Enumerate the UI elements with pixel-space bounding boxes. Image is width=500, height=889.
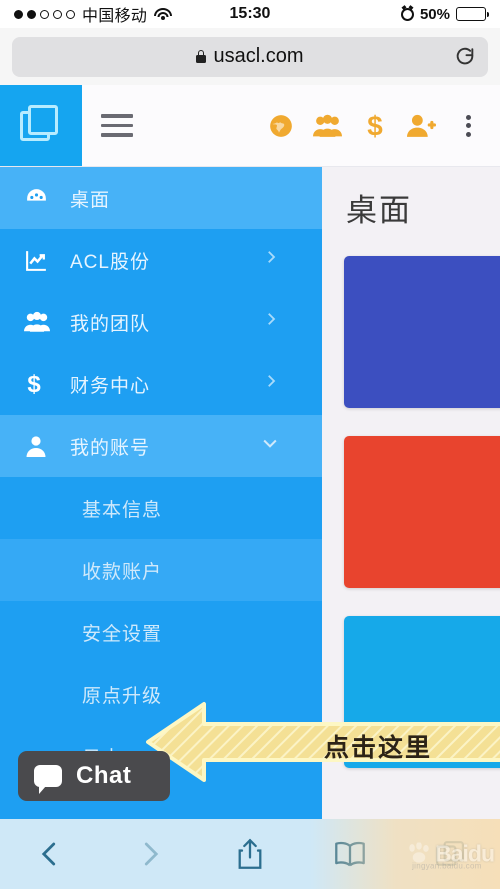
sidebar-item-label: 财务中心	[70, 375, 151, 397]
browser-bottom-toolbar: Baidu jingyan.baidu.com	[0, 819, 500, 889]
sidebar-item-label: 桌面	[70, 189, 111, 211]
add-user-icon[interactable]	[398, 113, 445, 138]
page-title: 桌面	[346, 193, 412, 228]
stat-card-cash-coin[interactable]: 现金币 $8.06	[344, 616, 500, 768]
main-content: 桌面 ACL股份 312 注册币 $100.9 现金币 $8.06	[322, 167, 500, 819]
baidu-watermark: Baidu jingyan.baidu.com	[406, 841, 495, 871]
globe-icon[interactable]	[257, 113, 304, 139]
sidebar-subitem-label: 原点升级	[82, 685, 163, 707]
person-icon	[24, 434, 70, 458]
chevron-down-icon	[260, 433, 280, 459]
browser-url-bar-container: usacl.com	[0, 28, 500, 85]
header-icon-group: $	[257, 85, 500, 166]
watermark-url-label: jingyan.baidu.com	[412, 861, 482, 871]
back-button[interactable]	[0, 839, 100, 869]
sidebar-item-label: 我的账号	[70, 437, 151, 459]
stat-card-registration-coin[interactable]: 注册币 $100.9	[344, 436, 500, 588]
dollar-icon: $	[24, 371, 70, 397]
chat-bubble-icon	[34, 765, 62, 794]
sidebar-item-my-account[interactable]: 我的账号	[0, 415, 322, 477]
phone-screen: 中国移动 15:30 50% usacl.com $ 桌面 ACL股份 我的团队…	[0, 0, 500, 889]
dollar-icon[interactable]: $	[351, 111, 398, 141]
chevron-left-icon	[41, 842, 56, 866]
sidebar-subitem-label: 基本信息	[82, 499, 163, 521]
svg-text:$: $	[27, 371, 41, 397]
status-bar: 中国移动 15:30 50%	[0, 0, 500, 28]
sidebar-subitem-label: 收款账户	[82, 561, 163, 583]
sidebar-nav: 桌面 ACL股份 我的团队 $ 财务中心 我的账号 基本信息 收款账户 安全设置…	[0, 167, 322, 819]
stacked-squares-logo-icon	[20, 104, 62, 147]
chat-widget-label: Chat	[76, 762, 132, 789]
address-bar[interactable]: usacl.com	[12, 36, 488, 77]
kebab-menu-icon[interactable]	[445, 114, 492, 137]
svg-text:$: $	[367, 111, 383, 141]
sidebar-subitem-payment-account[interactable]: 收款账户	[0, 539, 322, 601]
chevron-right-icon	[262, 310, 280, 334]
dashboard-gauge-icon	[24, 186, 70, 211]
chat-widget-button[interactable]: Chat	[18, 751, 170, 801]
sidebar-item-label: ACL股份	[70, 251, 150, 273]
share-button[interactable]	[200, 838, 300, 870]
app-logo[interactable]	[0, 85, 82, 166]
users-group-icon[interactable]	[304, 114, 351, 138]
app-header: $	[0, 85, 500, 167]
sidebar-item-my-team[interactable]: 我的团队	[0, 291, 322, 353]
sidebar-item-finance-center[interactable]: $ 财务中心	[0, 353, 322, 415]
sidebar-item-label: 我的团队	[70, 313, 151, 335]
forward-button[interactable]	[100, 839, 200, 869]
alarm-icon	[400, 7, 414, 21]
stat-card-acl-shares[interactable]: ACL股份 312	[344, 256, 500, 408]
page-body: 桌面 ACL股份 我的团队 $ 财务中心 我的账号 基本信息 收款账户 安全设置…	[0, 167, 500, 819]
battery-icon	[456, 7, 489, 21]
sidebar-item-dashboard[interactable]: 桌面	[0, 167, 322, 229]
status-bar-clock: 15:30	[229, 5, 271, 22]
reload-icon[interactable]	[454, 46, 476, 68]
sidebar-subitem-origin-upgrade[interactable]: 原点升级	[0, 663, 322, 725]
hamburger-menu-icon[interactable]	[82, 85, 152, 166]
sidebar-subitem-label: 安全设置	[82, 623, 163, 645]
chevron-right-icon	[262, 372, 280, 396]
users-group-icon	[24, 311, 70, 333]
url-label: usacl.com	[213, 45, 304, 67]
line-chart-icon	[24, 248, 70, 273]
lock-icon	[196, 50, 207, 63]
chevron-right-icon	[144, 842, 159, 866]
sidebar-subitem-basic-info[interactable]: 基本信息	[0, 477, 322, 539]
chevron-right-icon	[262, 248, 280, 272]
share-icon	[238, 838, 262, 869]
sidebar-item-acl-shares[interactable]: ACL股份	[0, 229, 322, 291]
sidebar-subitem-security-settings[interactable]: 安全设置	[0, 601, 322, 663]
